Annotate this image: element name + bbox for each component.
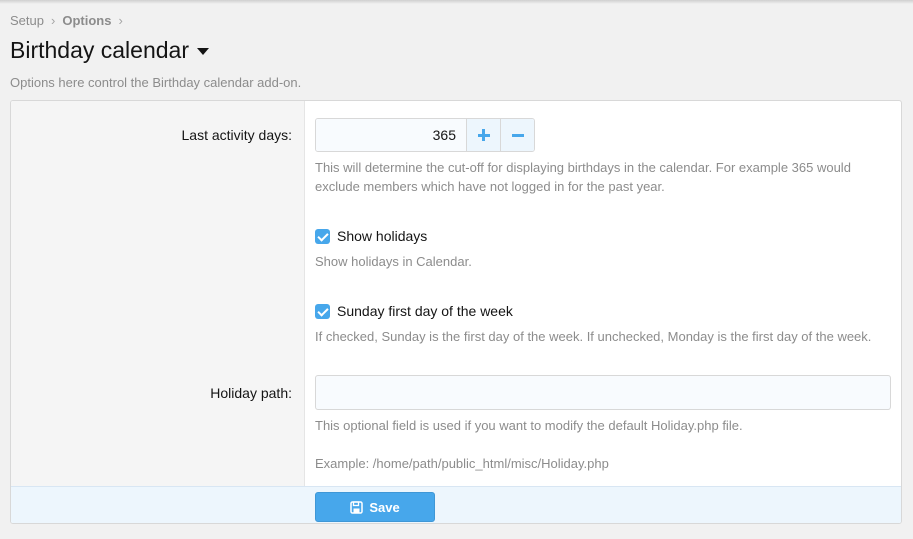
breadcrumb-options[interactable]: Options <box>62 13 111 28</box>
label-column <box>11 101 305 486</box>
floppy-disk-icon <box>350 500 364 514</box>
breadcrumb-setup[interactable]: Setup <box>10 13 44 28</box>
last-activity-days-hint: This will determine the cut-off for disp… <box>315 158 851 196</box>
page-title-text: Birthday calendar <box>10 37 189 63</box>
holiday-path-hint: This optional field is used if you want … <box>315 418 743 433</box>
last-activity-days-hint-line1: This will determine the cut-off for disp… <box>315 160 851 175</box>
holiday-path-label: Holiday path: <box>210 385 292 401</box>
sunday-first-checkbox[interactable]: Sunday first day of the week <box>315 303 513 319</box>
breadcrumb: Setup › Options › <box>10 13 130 28</box>
form-footer: Save <box>11 486 901 523</box>
top-shadow <box>0 0 913 4</box>
holiday-path-input[interactable] <box>315 375 891 410</box>
sunday-first-label: Sunday first day of the week <box>337 303 513 319</box>
caret-down-icon[interactable] <box>197 48 209 55</box>
show-holidays-checkbox[interactable]: Show holidays <box>315 228 427 244</box>
save-button-label: Save <box>369 499 400 515</box>
holiday-path-example: Example: /home/path/public_html/misc/Hol… <box>315 456 609 471</box>
save-button[interactable]: Save <box>315 492 435 522</box>
last-activity-days-label: Last activity days: <box>181 127 293 143</box>
show-holidays-label: Show holidays <box>337 228 428 244</box>
last-activity-days-stepper: 365 <box>315 118 535 152</box>
last-activity-days-hint-line2: exclude members which have not logged in… <box>315 179 665 194</box>
minus-icon[interactable] <box>500 119 534 151</box>
last-activity-days-input[interactable]: 365 <box>316 119 466 151</box>
breadcrumb-separator-icon: › <box>118 13 123 28</box>
page-description: Options here control the Birthday calend… <box>10 75 302 90</box>
show-holidays-hint: Show holidays in Calendar. <box>315 254 472 269</box>
plus-icon[interactable] <box>466 119 500 151</box>
page-title[interactable]: Birthday calendar <box>10 37 209 64</box>
options-panel: Last activity days: 365 This will determ… <box>10 100 902 524</box>
sunday-first-hint: If checked, Sunday is the first day of t… <box>315 329 872 344</box>
checkmark-icon[interactable] <box>315 303 330 319</box>
checkmark-icon[interactable] <box>315 228 330 244</box>
breadcrumb-separator-icon: › <box>50 13 56 28</box>
